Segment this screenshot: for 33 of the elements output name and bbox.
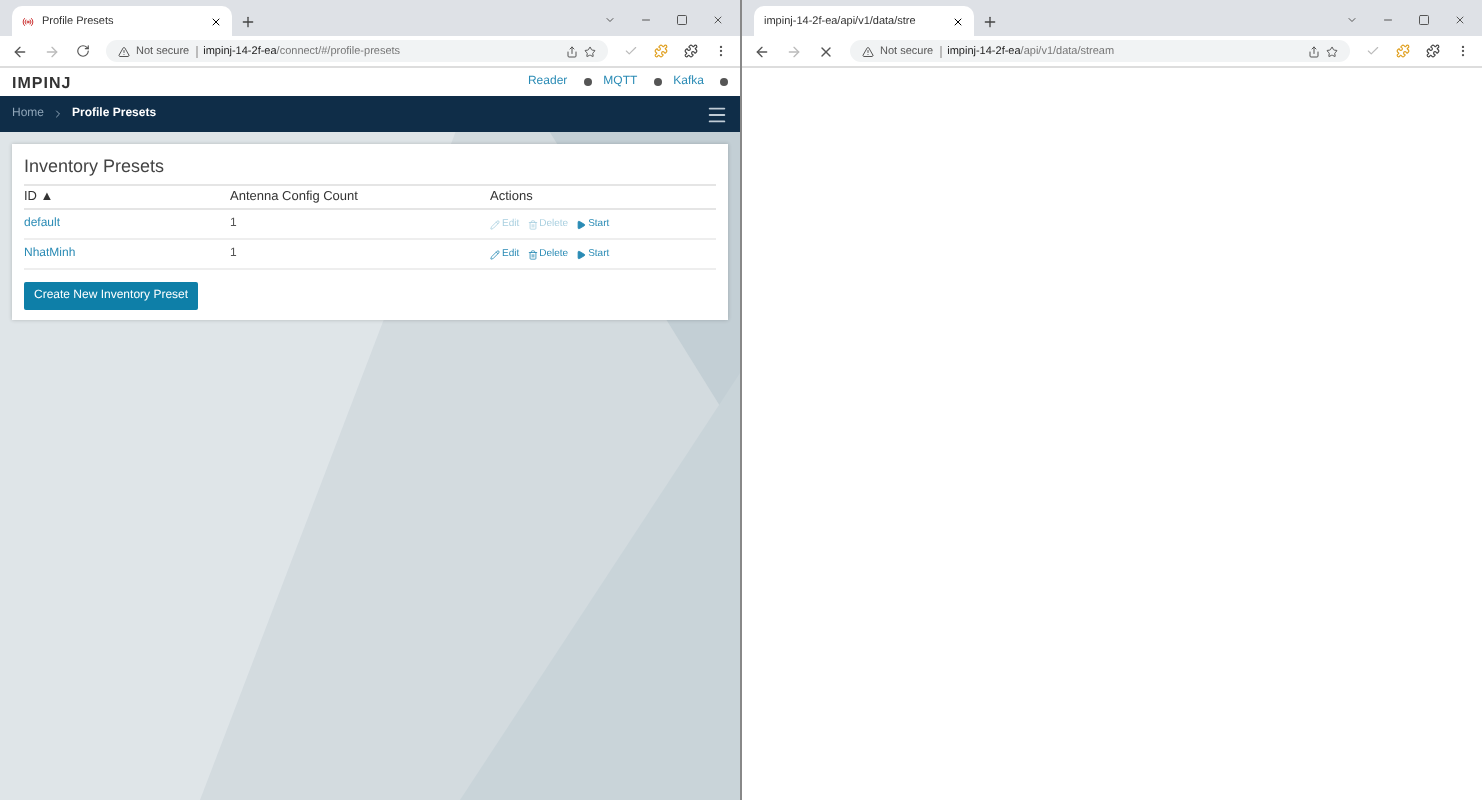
back-icon[interactable] xyxy=(754,43,770,59)
puzzle-icon[interactable] xyxy=(684,44,698,58)
favicon-icon xyxy=(22,15,34,27)
close-icon[interactable] xyxy=(952,15,964,27)
maximize-icon[interactable] xyxy=(1418,14,1430,26)
pencil-icon xyxy=(490,219,500,229)
stop-icon[interactable] xyxy=(818,43,834,59)
chevron-icon xyxy=(52,108,65,120)
reload-icon[interactable] xyxy=(76,44,90,58)
close-icon[interactable] xyxy=(210,15,222,27)
card-title: Inventory Presets xyxy=(24,156,167,176)
puzzle-icon[interactable] xyxy=(1426,44,1440,58)
warning-icon xyxy=(118,45,130,57)
back-icon[interactable] xyxy=(12,43,28,59)
trash-icon xyxy=(527,219,538,229)
new-tab-icon[interactable] xyxy=(240,14,256,30)
check-icon[interactable] xyxy=(624,44,638,58)
maximize-icon[interactable] xyxy=(676,14,688,26)
more-icon[interactable] xyxy=(714,44,728,58)
pencil-icon xyxy=(490,249,500,259)
warning-icon xyxy=(862,45,874,57)
check-icon[interactable] xyxy=(1366,44,1380,58)
new-tab-icon[interactable] xyxy=(982,14,998,30)
play-icon xyxy=(576,219,587,229)
play-icon xyxy=(576,249,587,259)
star-icon[interactable] xyxy=(1326,45,1338,57)
share-icon[interactable] xyxy=(1308,45,1320,57)
menu-icon[interactable] xyxy=(706,103,728,125)
more-icon[interactable] xyxy=(1456,44,1470,58)
trash-icon xyxy=(527,249,538,259)
star-icon[interactable] xyxy=(584,45,596,57)
share-icon[interactable] xyxy=(566,45,578,57)
logo: IMPINJ xyxy=(12,73,72,91)
